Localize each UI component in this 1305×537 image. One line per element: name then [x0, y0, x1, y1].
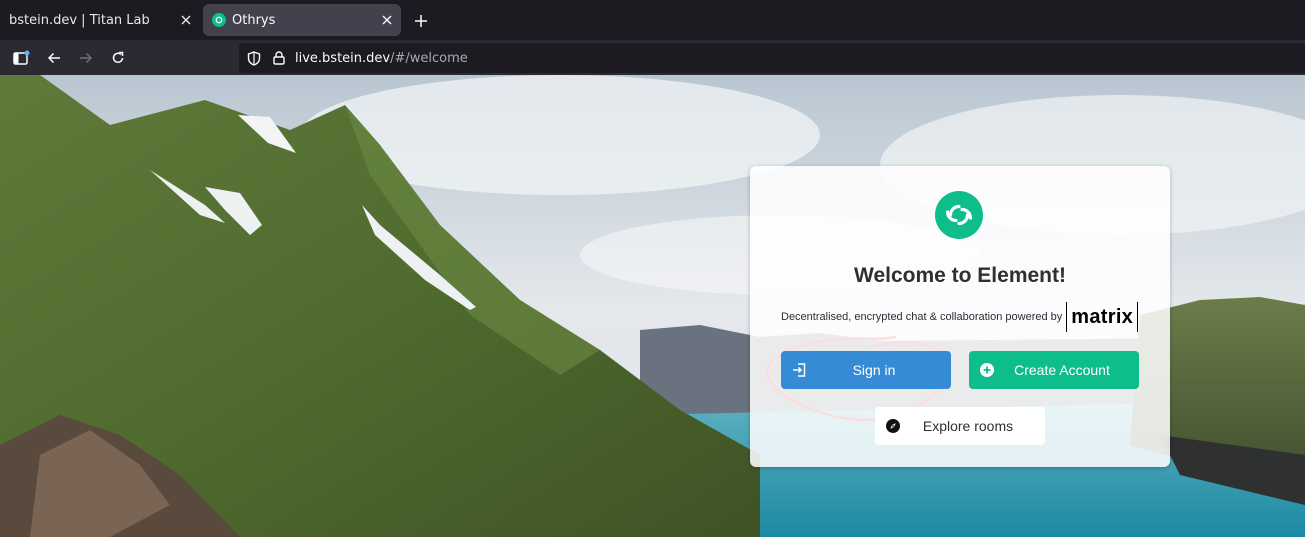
tagline-text: Decentralised, encrypted chat & collabor…: [781, 311, 1063, 323]
tracking-protection-shield-icon[interactable]: [246, 50, 262, 66]
tab-title: Othrys: [232, 12, 276, 28]
address-bar[interactable]: live.bstein.dev/#/welcome: [239, 43, 1305, 73]
sign-in-icon: [792, 363, 806, 377]
welcome-heading: Welcome to Element!: [854, 264, 1066, 287]
url-path: /#/welcome: [390, 51, 468, 66]
element-favicon-icon: [212, 13, 226, 27]
element-logo-icon: [935, 191, 983, 239]
explore-rooms-button[interactable]: Explore rooms: [875, 407, 1045, 445]
page-viewport: Welcome to Element! Decentralised, encry…: [0, 75, 1305, 537]
sidebar-toggle-icon[interactable]: [8, 45, 34, 71]
forward-arrow-icon[interactable]: [73, 45, 99, 71]
tab-bar: bstein.dev | Titan Lab Othrys: [0, 0, 1305, 40]
tab-titan-lab[interactable]: bstein.dev | Titan Lab: [0, 4, 200, 36]
lock-icon[interactable]: [271, 50, 287, 66]
compass-icon: [886, 419, 900, 433]
reload-icon[interactable]: [105, 45, 131, 71]
close-tab-icon[interactable]: [377, 10, 397, 30]
back-arrow-icon[interactable]: [41, 45, 67, 71]
matrix-logo[interactable]: matrix: [1066, 302, 1139, 332]
sign-in-button[interactable]: Sign in: [781, 351, 951, 389]
create-account-label: Create Account: [1014, 362, 1110, 378]
navigation-toolbar: live.bstein.dev/#/welcome: [0, 40, 1305, 75]
explore-rooms-label: Explore rooms: [922, 418, 1014, 434]
url-host: live.bstein.dev: [295, 51, 391, 66]
tab-othrys[interactable]: Othrys: [203, 4, 401, 36]
tab-title: bstein.dev | Titan Lab: [9, 12, 150, 28]
plus-circle-icon: [980, 363, 994, 377]
sign-in-label: Sign in: [852, 362, 896, 378]
tagline: Decentralised, encrypted chat & collabor…: [781, 301, 1139, 333]
create-account-button[interactable]: Create Account: [969, 351, 1139, 389]
new-tab-plus-icon[interactable]: [410, 10, 432, 32]
close-tab-icon[interactable]: [176, 10, 196, 30]
welcome-card: Welcome to Element! Decentralised, encry…: [750, 166, 1170, 467]
url-text[interactable]: live.bstein.dev/#/welcome: [295, 51, 468, 66]
